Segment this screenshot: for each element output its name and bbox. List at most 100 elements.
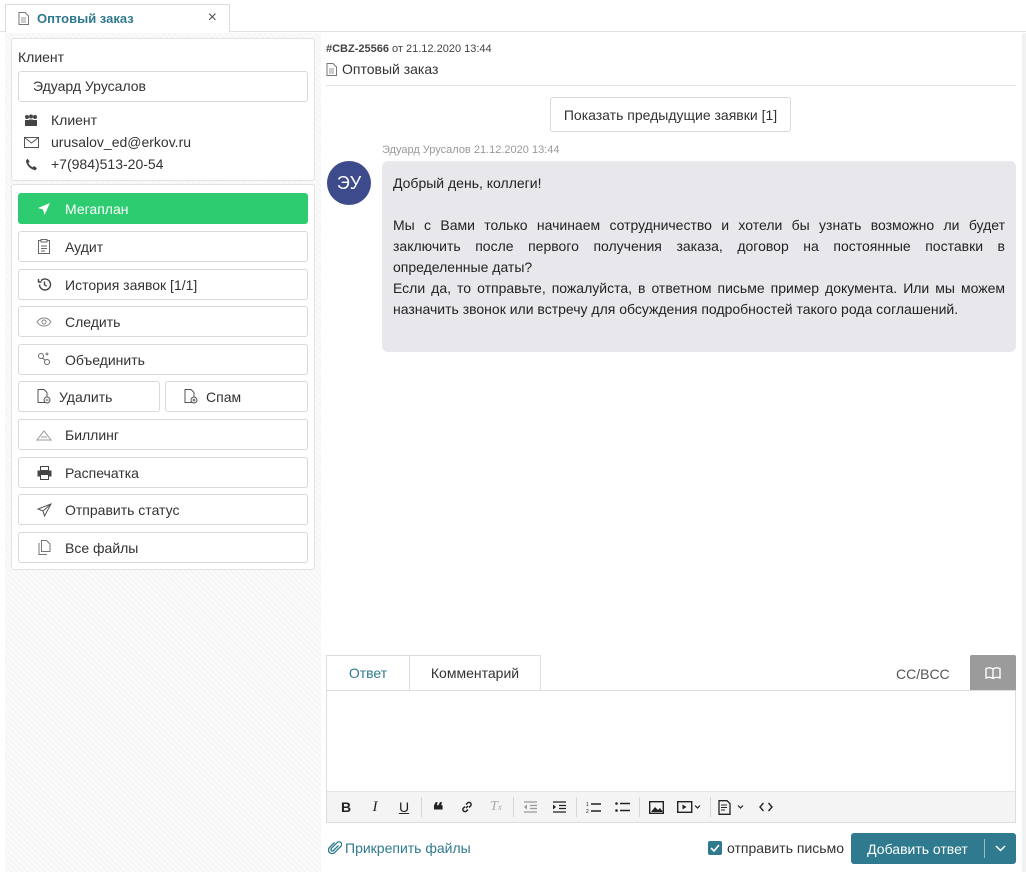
audit-button[interactable]: Аудит [18, 231, 308, 262]
close-icon[interactable]: × [208, 10, 217, 26]
message-bubble: Добрый день, коллеги! Мы с Вами только н… [382, 161, 1016, 352]
avatar: ЭУ [327, 161, 371, 205]
reply-tabs: Ответ Комментарий [326, 655, 541, 690]
bold-icon[interactable]: B [333, 795, 359, 819]
client-section-title: Клиент [18, 49, 65, 65]
spam-document-icon [182, 389, 200, 405]
spam-button[interactable]: Спам [165, 381, 308, 412]
actions-card: Мегаплан Аудит История заявок [1/1] След… [11, 184, 315, 570]
client-type-row: Клиент [23, 112, 97, 128]
left-panel: Клиент Эдуард Урусалов Клиент urusalov_e… [5, 33, 321, 872]
outdent-icon[interactable] [517, 795, 543, 819]
cc-bcc-link[interactable]: CC/BCC [896, 666, 950, 682]
send-email-label: отправить письмо [727, 840, 845, 856]
files-icon [35, 540, 53, 556]
template-insert-icon[interactable] [714, 795, 750, 819]
clear-format-icon[interactable]: Tx [483, 795, 509, 819]
paper-plane-icon [35, 502, 53, 518]
chevron-down-icon[interactable] [985, 845, 1016, 852]
send-status-button[interactable]: Отправить статус [18, 494, 308, 525]
message-paragraph: Мы с Вами только начинаем сотрудничество… [393, 217, 1005, 275]
main-panel: #CBZ-25566 от 21.12.2020 13:44 Оптовый з… [321, 33, 1026, 872]
paperclip-icon [328, 841, 342, 855]
eye-icon [35, 314, 53, 330]
client-phone-row: +7(984)513-20-54 [23, 156, 163, 172]
toolbar-separator [639, 797, 640, 817]
toolbar-separator [576, 797, 577, 817]
history-icon [35, 277, 53, 293]
svg-text:1: 1 [586, 802, 589, 808]
add-reply-button[interactable]: Добавить ответ [851, 833, 1016, 864]
image-icon[interactable] [643, 795, 669, 819]
checkmark-icon [708, 841, 722, 855]
megaplan-button[interactable]: Мегаплан [18, 193, 308, 224]
link-icon[interactable] [454, 795, 480, 819]
document-icon [326, 62, 337, 76]
show-previous-button[interactable]: Показать предыдущие заявки [1] [550, 97, 791, 132]
delete-document-icon [35, 389, 53, 405]
phone-icon [23, 157, 39, 171]
spam-label: Спам [206, 388, 242, 405]
attach-files-link[interactable]: Прикрепить файлы [328, 840, 471, 856]
book-icon [985, 666, 1001, 679]
client-type: Клиент [51, 112, 98, 128]
audit-label: Аудит [65, 238, 104, 255]
scrollbar[interactable] [1022, 33, 1026, 872]
client-card: Клиент Эдуард Урусалов Клиент urusalov_e… [11, 38, 315, 181]
history-label: История заявок [1/1] [65, 276, 198, 293]
add-reply-label: Добавить ответ [867, 840, 968, 857]
follow-label: Следить [65, 313, 121, 330]
underline-icon[interactable]: U [391, 795, 417, 819]
megaplan-label: Мегаплан [65, 200, 129, 217]
templates-button[interactable] [970, 655, 1016, 690]
client-email-row: urusalov_ed@erkov.ru [23, 134, 191, 150]
delete-label: Удалить [59, 388, 113, 405]
merge-label: Объединить [65, 351, 145, 368]
editor-toolbar: B I U ❝ Tx 12 [327, 791, 1015, 822]
document-icon [18, 12, 29, 25]
numbered-list-icon[interactable]: 12 [580, 795, 606, 819]
bullet-list-icon[interactable] [609, 795, 635, 819]
attach-files-label: Прикрепить файлы [345, 840, 471, 856]
reply-editor[interactable]: B I U ❝ Tx 12 [326, 690, 1016, 823]
quote-icon[interactable]: ❝ [425, 795, 451, 822]
print-button[interactable]: Распечатка [18, 457, 308, 488]
svg-text:2: 2 [586, 809, 589, 814]
printer-icon [35, 465, 53, 481]
print-label: Распечатка [65, 464, 139, 481]
billing-label: Биллинг [65, 426, 120, 443]
client-name-field[interactable]: Эдуард Урусалов [18, 71, 308, 102]
message-greeting: Добрый день, коллеги! [393, 175, 542, 191]
client-email[interactable]: urusalov_ed@erkov.ru [51, 134, 191, 150]
code-icon[interactable] [753, 795, 779, 819]
indent-icon[interactable] [546, 795, 572, 819]
toolbar-separator [710, 797, 711, 817]
billing-button[interactable]: Биллинг [18, 419, 308, 450]
tab-comment[interactable]: Комментарий [410, 655, 541, 690]
ticket-date: от 21.12.2020 13:44 [392, 43, 492, 55]
italic-icon[interactable]: I [362, 795, 388, 819]
follow-button[interactable]: Следить [18, 306, 308, 337]
send-status-label: Отправить статус [65, 501, 180, 518]
message-meta: Эдуард Урусалов 21.12.2020 13:44 [382, 144, 560, 156]
merge-button[interactable]: Объединить [18, 344, 308, 375]
ticket-meta: #CBZ-25566 от 21.12.2020 13:44 [326, 43, 492, 55]
divider [326, 85, 1016, 86]
delete-button[interactable]: Удалить [18, 381, 160, 412]
mail-icon [23, 135, 39, 149]
tab-label: Оптовый заказ [37, 11, 134, 26]
tab-wholesale-order[interactable]: Оптовый заказ × [5, 4, 230, 33]
ticket-title: Оптовый заказ [326, 61, 438, 77]
send-icon [35, 201, 53, 217]
ticket-id: #CBZ-25566 [326, 43, 389, 55]
toolbar-separator [421, 797, 422, 817]
all-files-label: Все файлы [65, 539, 139, 556]
all-files-button[interactable]: Все файлы [18, 532, 308, 563]
history-button[interactable]: История заявок [1/1] [18, 269, 308, 300]
send-email-checkbox[interactable]: отправить письмо [708, 840, 844, 856]
merge-icon [35, 352, 53, 368]
tab-reply[interactable]: Ответ [326, 655, 410, 690]
video-icon[interactable] [672, 795, 706, 819]
message-paragraph: Если да, то отправьте, пожалуйста, в отв… [393, 280, 1005, 317]
client-phone[interactable]: +7(984)513-20-54 [51, 156, 163, 172]
